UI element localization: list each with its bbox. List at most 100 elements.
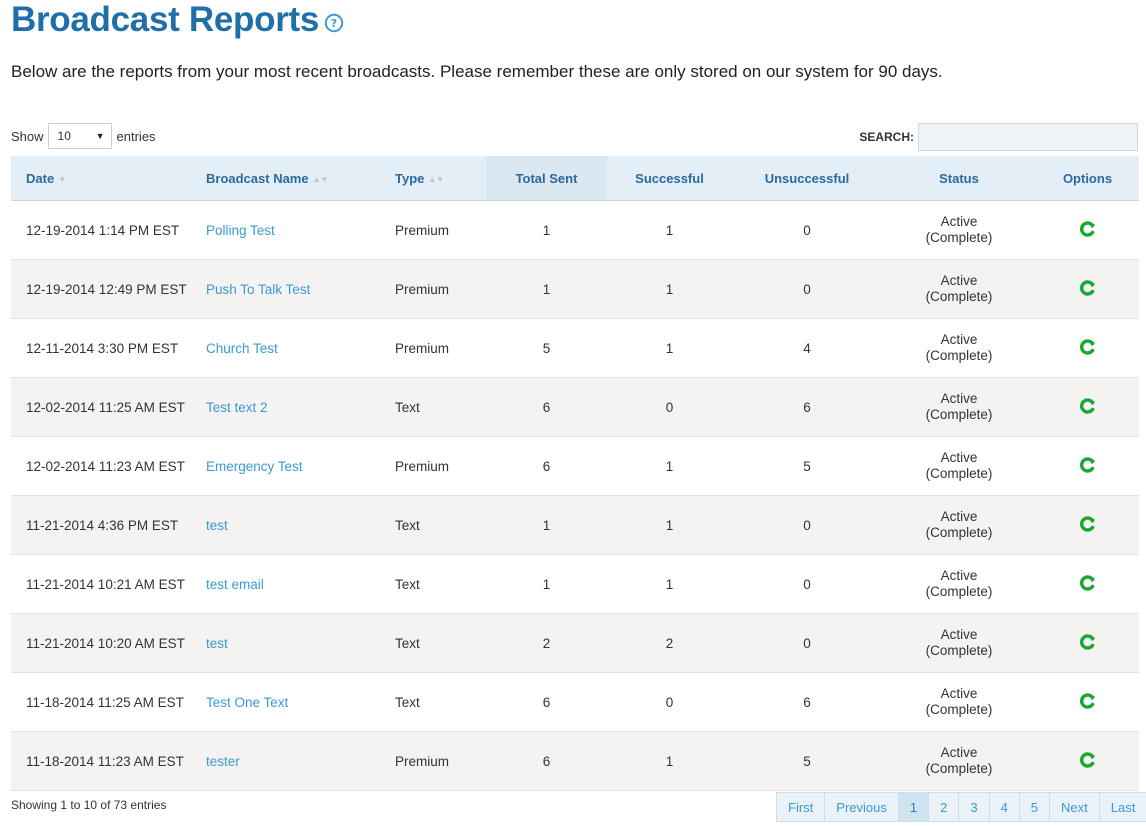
report-options-button[interactable] <box>1079 692 1096 709</box>
status-detail: (Complete) <box>925 584 993 599</box>
report-options-button[interactable] <box>1079 220 1096 237</box>
entries-select[interactable]: 10 ▼ <box>47 123 112 149</box>
cell-broadcast-name: Test One Text <box>206 672 395 732</box>
cell-unsuccessful: 6 <box>732 377 882 437</box>
refresh-icon <box>1079 515 1095 532</box>
cell-successful: 1 <box>607 554 732 614</box>
pager-page-2[interactable]: 2 <box>928 793 958 821</box>
cell-total-sent: 2 <box>486 613 607 673</box>
cell-successful: 1 <box>607 200 732 260</box>
cell-total-sent: 5 <box>486 318 607 378</box>
broadcast-name-link[interactable]: test <box>206 636 228 651</box>
search-input[interactable] <box>918 123 1138 151</box>
report-options-button[interactable] <box>1079 574 1096 591</box>
cell-broadcast-name: tester <box>206 731 395 791</box>
pager-last-button[interactable]: Last <box>1098 793 1146 821</box>
cell-date: 12-19-2014 12:49 PM EST <box>11 259 206 319</box>
column-header-type[interactable]: Type ▲▼ <box>395 156 486 201</box>
cell-date: 11-21-2014 4:36 PM EST <box>11 495 206 555</box>
cell-options <box>1036 495 1139 555</box>
pager-page-3[interactable]: 3 <box>958 793 988 821</box>
column-header-successful[interactable]: Successful <box>607 156 732 201</box>
status-text: Active <box>940 391 978 406</box>
status-detail: (Complete) <box>925 289 993 304</box>
cell-status: Active (Complete) <box>882 259 1036 319</box>
refresh-icon <box>1079 220 1095 237</box>
cell-date: 12-02-2014 11:25 AM EST <box>11 377 206 437</box>
column-header-broadcast-name[interactable]: Broadcast Name ▲▼ <box>206 156 395 201</box>
question-circle-icon[interactable]: ? <box>324 13 344 33</box>
broadcast-name-link[interactable]: Test text 2 <box>206 400 268 415</box>
cell-status: Active (Complete) <box>882 613 1036 673</box>
report-options-button[interactable] <box>1079 515 1096 532</box>
status-detail: (Complete) <box>925 348 993 363</box>
table-header-row: Date ▼ Broadcast Name ▲▼ Type ▲▼ Total Sent… <box>11 156 1139 201</box>
cell-total-sent: 6 <box>486 436 607 496</box>
broadcast-name-link[interactable]: tester <box>206 754 240 769</box>
pager-next-button[interactable]: Next <box>1049 793 1099 821</box>
broadcast-name-link[interactable]: Push To Talk Test <box>206 282 310 297</box>
entries-length-control: Show 10 ▼ entries <box>11 122 156 150</box>
column-header-date[interactable]: Date ▼ <box>11 156 206 201</box>
refresh-icon <box>1079 574 1095 591</box>
cell-successful: 1 <box>607 436 732 496</box>
status-text: Active <box>940 450 978 465</box>
cell-unsuccessful: 0 <box>732 554 882 614</box>
cell-broadcast-name: Church Test <box>206 318 395 378</box>
pager-page-5[interactable]: 5 <box>1018 793 1049 821</box>
cell-unsuccessful: 0 <box>732 259 882 319</box>
cell-type: Text <box>395 672 486 732</box>
sort-arrows-icon: ▼ <box>58 174 67 184</box>
report-options-button[interactable] <box>1079 633 1096 650</box>
cell-type: Premium <box>395 259 486 319</box>
column-header-total-sent[interactable]: Total Sent <box>486 156 607 201</box>
refresh-icon <box>1079 456 1095 473</box>
cell-date: 12-19-2014 1:14 PM EST <box>11 200 206 260</box>
cell-options <box>1036 377 1139 437</box>
cell-broadcast-name: test <box>206 495 395 555</box>
cell-status: Active (Complete) <box>882 436 1036 496</box>
report-options-button[interactable] <box>1079 279 1096 296</box>
refresh-icon <box>1079 338 1095 355</box>
report-options-button[interactable] <box>1079 338 1096 355</box>
cell-type: Text <box>395 613 486 673</box>
table-row: 12-02-2014 11:23 AM EST Emergency Test Pre… <box>11 436 1139 496</box>
cell-type: Premium <box>395 731 486 791</box>
report-options-button[interactable] <box>1079 397 1096 414</box>
cell-date: 11-18-2014 11:25 AM EST <box>11 672 206 732</box>
broadcast-name-link[interactable]: Test One Text <box>206 695 288 710</box>
cell-type: Premium <box>395 318 486 378</box>
table-row: 12-11-2014 3:30 PM EST Church Test Premium… <box>11 318 1139 378</box>
cell-unsuccessful: 0 <box>732 200 882 260</box>
cell-broadcast-name: test <box>206 613 395 673</box>
broadcast-name-link[interactable]: test email <box>206 577 264 592</box>
cell-date: 11-18-2014 11:23 AM EST <box>11 731 206 791</box>
cell-unsuccessful: 4 <box>732 318 882 378</box>
sort-arrows-icon: ▲▼ <box>428 174 445 184</box>
pager-page-4[interactable]: 4 <box>988 793 1019 821</box>
table-row: 11-18-2014 11:23 AM EST tester Premium 6 1 5 A… <box>11 731 1139 791</box>
pager-page-1[interactable]: 1 <box>897 793 929 821</box>
column-header-unsuccessful[interactable]: Unsuccessful <box>732 156 882 201</box>
table-row: 11-21-2014 4:36 PM EST test Text 1 1 0 Active(… <box>11 495 1139 555</box>
chevron-down-icon: ▼ <box>95 131 105 141</box>
broadcast-name-link[interactable]: Church Test <box>206 341 278 356</box>
cell-date: 11-21-2014 10:21 AM EST <box>11 554 206 614</box>
pager-previous-button[interactable]: Previous <box>824 793 898 821</box>
broadcast-name-link[interactable]: Polling Test <box>206 223 275 238</box>
show-label: Show <box>11 128 44 144</box>
report-options-button[interactable] <box>1079 456 1096 473</box>
table-row: 11-18-2014 11:25 AM EST Test One Text Text… <box>11 672 1139 732</box>
report-options-button[interactable] <box>1079 751 1096 768</box>
broadcast-name-link[interactable]: test <box>206 518 228 533</box>
pager-first-button[interactable]: First <box>777 793 824 821</box>
table-row: 12-19-2014 12:49 PM EST Push To Talk Test… <box>11 259 1139 319</box>
search-label: SEARCH: <box>859 130 914 144</box>
status-text: Active <box>940 568 978 583</box>
cell-total-sent: 6 <box>486 731 607 791</box>
column-header-status[interactable]: Status <box>882 156 1036 201</box>
table-row: 11-21-2014 10:20 AM EST test Text 2 2 0 Active… <box>11 613 1139 673</box>
broadcast-name-link[interactable]: Emergency Test <box>206 459 303 474</box>
cell-type: Premium <box>395 436 486 496</box>
cell-unsuccessful: 6 <box>732 672 882 732</box>
